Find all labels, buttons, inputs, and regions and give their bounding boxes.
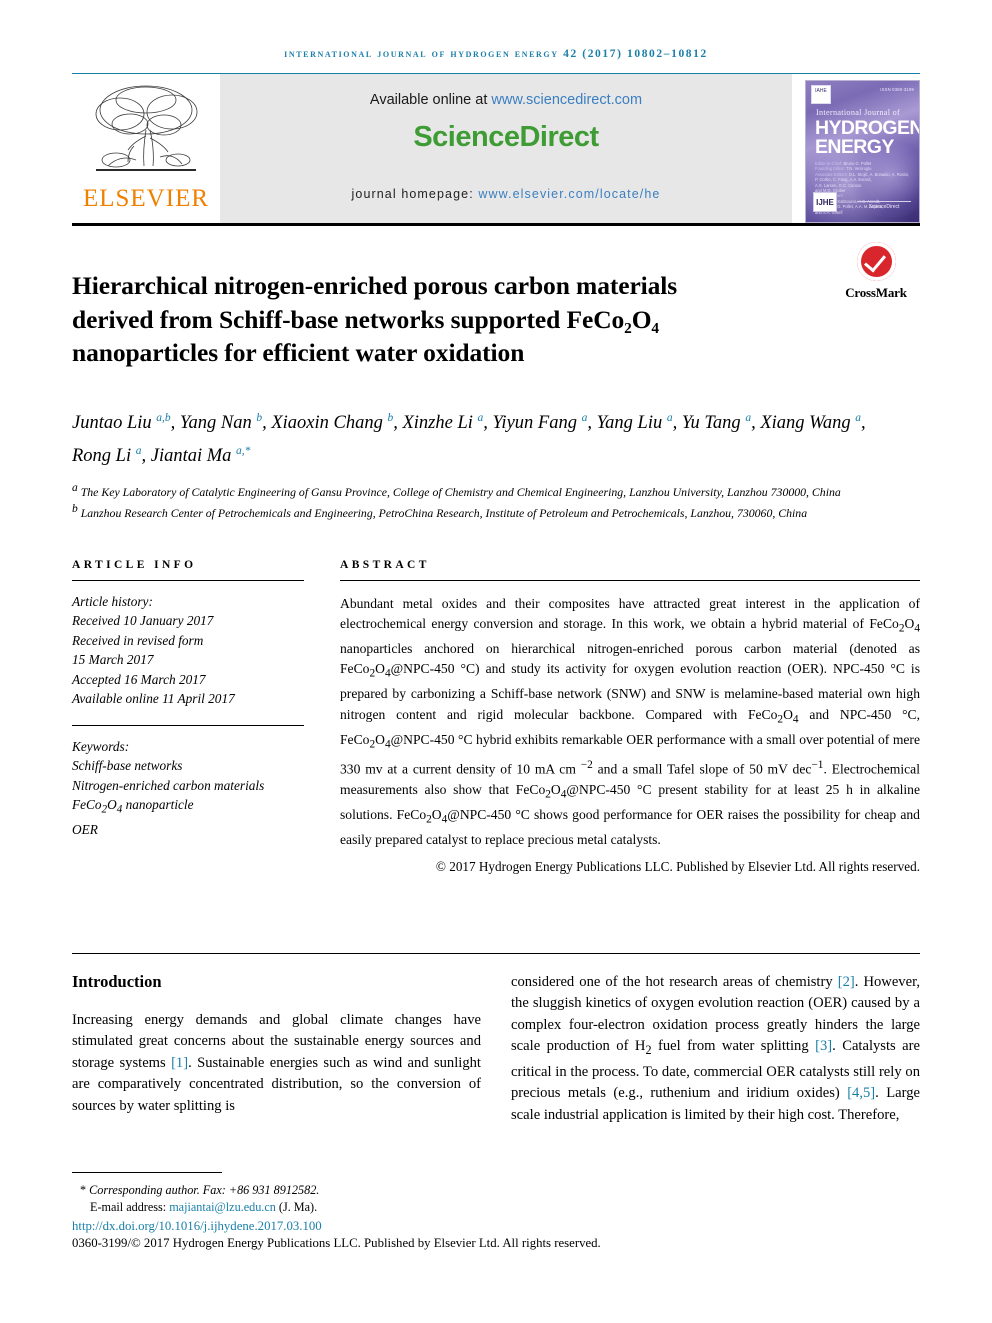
keywords-rule <box>72 724 304 726</box>
issn-copyright-line: 0360-3199/© 2017 Hydrogen Energy Publica… <box>72 1236 601 1250</box>
article-page: International Journal of Hydrogen Energy… <box>0 0 992 1323</box>
corresponding-author-text: Corresponding author. Fax: +86 931 89125… <box>89 1183 320 1197</box>
article-info-heading: ARTICLE INFO <box>72 558 197 571</box>
cover-iahe-mark: IAHE <box>811 85 831 104</box>
cover-publisher-name: ScienceDirect <box>868 204 900 210</box>
keyword-item: Schiff-base networks <box>72 758 183 774</box>
cover-editor-3: D.L. Stojić, A. Bonadio, A. Rosini, <box>848 171 910 177</box>
article-info-column: ARTICLE INFO Article history: Received 1… <box>72 559 304 875</box>
journal-masthead: ELSEVIER Available online at www.science… <box>72 74 920 226</box>
elsevier-tree-icon <box>95 85 198 171</box>
page-title: Hierarchical nitrogen-enriched porous ca… <box>72 269 692 370</box>
cover-issn: ISSN 0360-3199 <box>880 87 914 92</box>
abstract-column: ABSTRACT Abundant metal oxides and their… <box>340 559 920 875</box>
journal-cover-thumbnail: IAHE ISSN 0360-3199 International Journa… <box>792 74 920 223</box>
history-item: 15 March 2017 <box>72 652 154 668</box>
doi-line[interactable]: http://dx.doi.org/10.1016/j.ijhydene.201… <box>72 1219 920 1234</box>
elsevier-logo: ELSEVIER <box>72 74 220 223</box>
cover-editor-label-3: Associate Editors: <box>815 171 848 177</box>
footnote-rule <box>72 1172 222 1173</box>
cover-editor-1: Bruno G. Pollet <box>843 161 872 166</box>
page-footer: * Corresponding author. Fax: +86 931 891… <box>72 1182 920 1251</box>
journal-cover-art: IAHE ISSN 0360-3199 International Journa… <box>805 80 920 223</box>
history-item: Received in revised form <box>72 632 204 648</box>
introduction-paragraph-left: Increasing energy demands and global cli… <box>72 1011 481 1114</box>
history-item: Accepted 16 March 2017 <box>72 671 206 687</box>
sciencedirect-band: Available online at www.sciencedirect.co… <box>220 74 792 223</box>
title-block: Hierarchical nitrogen-enriched porous ca… <box>72 226 920 370</box>
journal-homepage-line: journal homepage: www.elsevier.com/locat… <box>352 187 661 201</box>
info-abstract-row: ARTICLE INFO Article history: Received 1… <box>72 559 920 875</box>
elsevier-wordmark: ELSEVIER <box>82 185 210 212</box>
crossmark-check-icon <box>856 242 896 281</box>
cover-editor-label-1: Editor-in-Chief: <box>815 161 843 166</box>
doi-text: http://dx.doi.org/10.1016/j.ijhydene.201… <box>72 1219 322 1233</box>
history-item: Available online 11 April 2017 <box>72 691 235 707</box>
keyword-item: OER <box>72 822 98 838</box>
sciencedirect-wordmark: ScienceDirect <box>413 121 599 154</box>
article-history: Article history: Received 10 January 201… <box>72 592 304 709</box>
author-list: Juntao Liu a,b, Yang Nan b, Xiaoxin Chan… <box>72 411 866 466</box>
footnote-asterisk: * <box>80 1183 87 1197</box>
article-history-label: Article history: <box>72 593 153 609</box>
page-title-text: Hierarchical nitrogen-enriched porous ca… <box>72 271 678 368</box>
email-suffix: (J. Ma). <box>275 1200 318 1214</box>
crossmark-badge[interactable]: CrossMark <box>834 242 918 301</box>
available-online-text: Available online at <box>369 92 492 108</box>
sciencedirect-link[interactable]: www.sciencedirect.com <box>491 92 642 108</box>
crossmark-label: CrossMark <box>845 285 907 300</box>
email-label: E-mail address: <box>90 1200 170 1214</box>
available-online-line: Available online at www.sciencedirect.co… <box>370 92 642 108</box>
journal-homepage-link[interactable]: www.elsevier.com/locate/he <box>478 187 660 201</box>
history-item: Received 10 January 2017 <box>72 613 214 629</box>
cover-journal-prefix: International Journal of <box>816 108 901 117</box>
introduction-paragraph-right: considered one of the hot research areas… <box>511 973 921 1123</box>
abstract-rule <box>340 579 920 581</box>
keyword-item: Nitrogen-enriched carbon materials <box>72 777 265 793</box>
abstract-heading: ABSTRACT <box>340 558 430 571</box>
journal-homepage-label: journal homepage: <box>351 187 479 201</box>
email-link[interactable]: majiantai@lzu.edu.cn <box>169 1200 276 1214</box>
email-line: E-mail address: majiantai@lzu.edu.cn (J.… <box>72 1199 920 1216</box>
article-info-rule <box>72 579 304 581</box>
cover-ijhe-mark: IJHE <box>813 192 837 212</box>
section-divider <box>72 952 920 954</box>
cover-editor-2: T.N. Veziroglu <box>846 166 872 172</box>
introduction-heading: Introduction <box>72 971 162 991</box>
sciencedirect-word-direct: Direct <box>519 121 599 153</box>
keyword-item: FeCo2O4 nanoparticle <box>72 797 194 816</box>
body-columns: Introduction Increasing energy demands a… <box>72 972 920 1126</box>
affiliations: a The Key Laboratory of Catalytic Engine… <box>72 481 841 521</box>
cover-journal-title-line2: ENERGY <box>815 136 894 158</box>
abstract-copyright: © 2017 Hydrogen Energy Publications LLC.… <box>435 858 920 874</box>
corresponding-author-note: * Corresponding author. Fax: +86 931 891… <box>72 1182 920 1199</box>
keywords-label: Keywords: <box>72 738 130 754</box>
body-column-left: Introduction Increasing energy demands a… <box>72 972 481 1126</box>
abstract-text: Abundant metal oxides and their composit… <box>340 595 921 847</box>
cover-editor-label-2: Founding Editor: <box>815 166 846 172</box>
keywords-block: Keywords: Schiff-base networks Nitrogen-… <box>72 737 304 840</box>
running-head: International Journal of Hydrogen Energy… <box>284 48 708 60</box>
cover-publisher-mark: ScienceDirect <box>857 201 911 210</box>
cover-publisher-rule <box>857 201 911 202</box>
sciencedirect-word-science: Science <box>413 121 520 153</box>
body-column-right: considered one of the hot research areas… <box>511 972 920 1126</box>
